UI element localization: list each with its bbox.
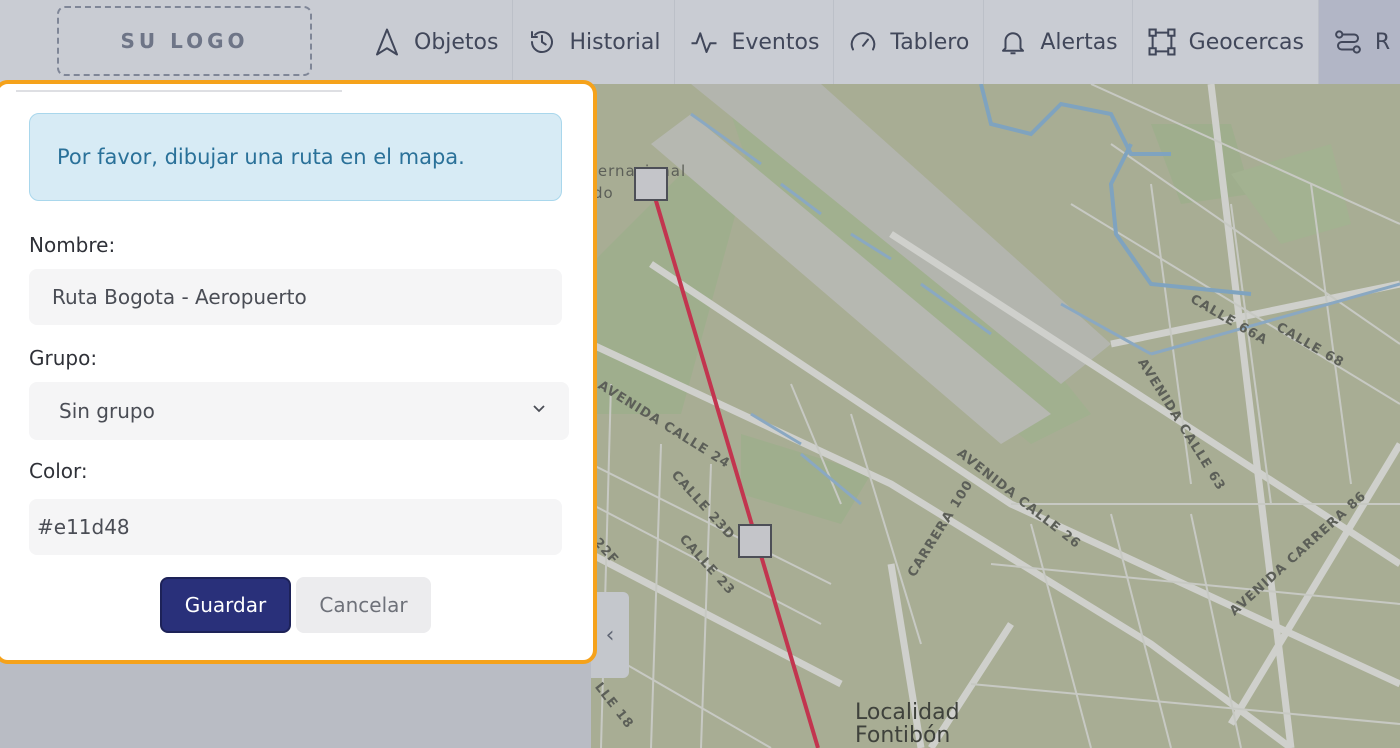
top-nav-bar: SU LOGO Objetos Historial Eventos Tabler… [0,0,1400,84]
nav-label: Tablero [890,29,970,55]
nav-label: Objetos [414,29,499,55]
map-view[interactable]: AVENIDA CALLE 24 CALLE 23D CALLE 23 E 22… [591,84,1400,748]
navigation-arrow-icon [376,28,398,56]
nav-label: Geocercas [1188,29,1304,55]
nav-label: Eventos [731,29,820,55]
panel-divider [16,90,342,92]
nav-item-historial[interactable]: Historial [512,0,674,84]
group-select-value: Sin grupo [59,399,155,423]
name-label: Nombre: [29,233,116,257]
nav-item-objetos[interactable]: Objetos [358,0,512,84]
info-alert: Por favor, dibujar una ruta en el mapa. [29,113,562,201]
nav-label: R [1374,29,1391,55]
nav-item-alertas[interactable]: Alertas [983,0,1131,84]
history-icon [531,31,554,54]
nav-item-geocercas[interactable]: Geocercas [1131,0,1318,84]
logo-text: SU LOGO [120,29,249,53]
nav-item-rutas[interactable]: R [1317,0,1400,84]
color-label: Color: [29,459,88,483]
route-vertex-handle[interactable] [634,167,668,201]
cancel-button[interactable]: Cancelar [296,577,431,633]
group-select[interactable]: Sin grupo [29,382,569,440]
nav-item-tablero[interactable]: Tablero [833,0,983,84]
locality-label: Localidad Fontibón [855,700,960,748]
save-button[interactable]: Guardar [160,577,291,633]
route-vertex-handle[interactable] [738,524,772,558]
locality-line2: Fontibón [855,723,951,748]
activity-pulse-icon [691,32,717,53]
gauge-icon [851,32,876,51]
chevron-left-icon: ‹ [605,622,615,648]
bell-icon [1002,32,1025,55]
route-icon [1335,30,1361,54]
locality-line1: Localidad [855,700,960,725]
geofence-square-icon [1148,28,1176,56]
map-streets [591,84,1400,748]
color-input-value: #e11d48 [37,515,130,539]
chevron-down-icon [533,405,545,413]
route-form-panel: Por favor, dibujar una ruta en el mapa. … [0,80,597,664]
name-input[interactable]: Ruta Bogota - Aeropuerto [29,269,562,325]
nav-item-eventos[interactable]: Eventos [674,0,833,84]
info-alert-text: Por favor, dibujar una ruta en el mapa. [57,145,465,169]
logo-placeholder[interactable]: SU LOGO [57,6,312,76]
nav-label: Historial [569,29,661,55]
group-label: Grupo: [29,346,98,370]
name-input-value: Ruta Bogota - Aeropuerto [52,285,307,309]
color-input[interactable]: #e11d48 [29,499,562,555]
main-nav: Objetos Historial Eventos Tablero Alerta… [358,0,1400,84]
nav-label: Alertas [1040,29,1118,55]
